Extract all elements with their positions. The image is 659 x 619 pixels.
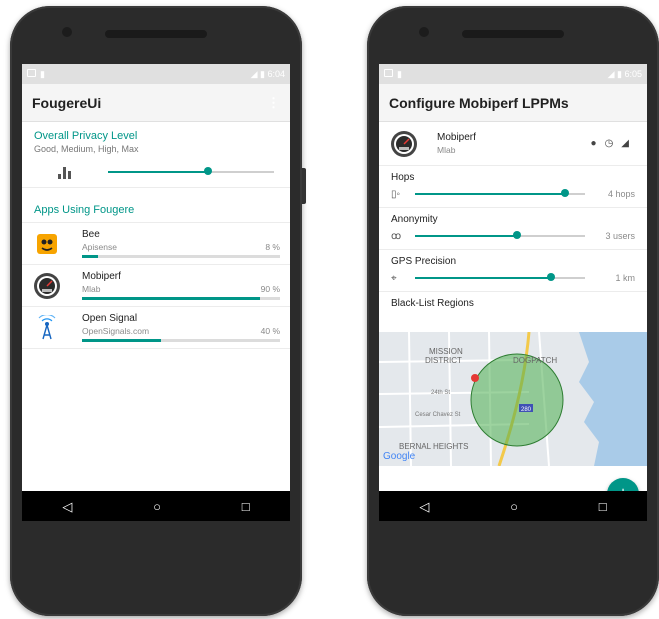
signal-icon: ◢ [621, 138, 629, 149]
app-row-open-signal[interactable]: Open Signal OpenSignals.com 40 % [22, 307, 290, 349]
status-time: 6:04 [267, 68, 285, 79]
selected-app-row: Mobiperf Mlab ● ◷ ◢ [379, 122, 647, 166]
notification-icon [27, 68, 36, 77]
map-label: BERNAL HEIGHTS [399, 442, 469, 451]
map-label: DISTRICT [425, 356, 462, 365]
nav-bar: ◁ ○ □ [22, 491, 290, 521]
home-icon[interactable]: ○ [153, 500, 161, 513]
status-bar: ▮ ◢ ▮ 6:05 [379, 64, 647, 84]
map-label: 24th St [431, 390, 450, 396]
front-camera [62, 27, 72, 37]
app-source: OpenSignals.com [82, 326, 150, 336]
map-label: 280 [521, 407, 532, 413]
app-name: Mobiperf [437, 132, 476, 143]
app-row-mobiperf[interactable]: Mobiperf Mlab 90 % [22, 265, 290, 307]
phone-icon: ▯◦ [391, 188, 401, 200]
app-name: Open Signal [82, 313, 138, 324]
app-title: Configure Mobiperf LPPMs [389, 94, 569, 111]
back-icon[interactable]: ◁ [419, 500, 429, 513]
google-logo: Google [383, 451, 416, 462]
blacklist-map[interactable]: MISSION DISTRICT DOGPATCH BERNAL HEIGHTS… [379, 332, 647, 466]
apps-header: Apps Using Fougere [34, 204, 135, 216]
app-name: Mobiperf [82, 271, 121, 282]
app-title: FougereUi [32, 94, 102, 111]
app-progress [82, 339, 280, 342]
gps-value: 1 km [615, 273, 635, 283]
hops-value: 4 hops [607, 189, 635, 199]
front-camera [419, 27, 429, 37]
app-percent: 40 % [260, 326, 280, 336]
blacklist-header: Black-List Regions [391, 298, 474, 309]
hops-slider[interactable] [415, 189, 585, 197]
earpiece-speaker [105, 30, 207, 38]
clock-icon: ◷ [604, 138, 614, 149]
signal-tower-icon [32, 313, 62, 343]
recents-icon[interactable]: □ [242, 500, 250, 513]
sd-icon: ▮ [397, 68, 402, 79]
app-source: Mlab [437, 145, 456, 155]
permission-icons: ● ◷ ◢ [591, 138, 629, 149]
lppm-anonymity: Anonymity ꝏ 3 users [379, 208, 647, 250]
app-source: Mlab [82, 284, 101, 294]
speedometer-icon [389, 129, 419, 159]
map-label: DOGPATCH [513, 356, 557, 365]
app-percent: 90 % [260, 284, 280, 294]
slider-knob[interactable] [203, 167, 212, 175]
privacy-slider[interactable] [108, 167, 274, 175]
lppm-hops: Hops ▯◦ 4 hops [379, 166, 647, 208]
left-phone: ▮ ◢ ▮ 6:04 FougereUi ⋮ Overall Privacy L… [10, 6, 306, 616]
gps-icon: ⌖ [391, 272, 397, 284]
app-bar: FougereUi ⋮ [22, 84, 290, 122]
right-screen: ▮ ◢ ▮ 6:05 Configure Mobiperf LPPMs Mobi… [379, 64, 647, 521]
nav-bar: ◁ ○ □ [379, 491, 647, 521]
left-screen: ▮ ◢ ▮ 6:04 FougereUi ⋮ Overall Privacy L… [22, 64, 290, 521]
right-phone: ▮ ◢ ▮ 6:05 Configure Mobiperf LPPMs Mobi… [367, 6, 659, 616]
status-time: 6:05 [624, 68, 642, 79]
privacy-title: Overall Privacy Level [34, 130, 138, 142]
notification-icon [384, 68, 393, 77]
back-icon[interactable]: ◁ [62, 500, 72, 513]
group-icon: ꝏ [391, 230, 402, 242]
signal-bars-icon [58, 165, 74, 179]
anonymity-slider[interactable] [415, 231, 585, 239]
bee-icon [32, 229, 62, 259]
app-progress [82, 297, 280, 300]
status-right: ◢ ▮ 6:05 [607, 68, 642, 79]
apps-list: Bee Apisense 8 % Mobiperf Mlab 90 % Open… [22, 222, 290, 349]
map-label: Cesar Chavez St [415, 412, 461, 418]
app-row-bee[interactable]: Bee Apisense 8 % [22, 223, 290, 265]
overflow-menu-icon[interactable]: ⋮ [267, 95, 280, 111]
speedometer-icon [32, 271, 62, 301]
home-icon[interactable]: ○ [510, 500, 518, 513]
app-name: Bee [82, 229, 100, 240]
app-progress [82, 255, 280, 258]
lppm-gps: GPS Precision ⌖ 1 km [379, 250, 647, 292]
earpiece-speaker [462, 30, 564, 38]
app-percent: 8 % [265, 242, 280, 252]
status-bar: ▮ ◢ ▮ 6:04 [22, 64, 290, 84]
sd-icon: ▮ [40, 68, 45, 79]
power-button [302, 168, 306, 204]
app-bar: Configure Mobiperf LPPMs [379, 84, 647, 122]
privacy-subtitle: Good, Medium, High, Max [34, 144, 139, 154]
gps-slider[interactable] [415, 273, 585, 281]
anonymity-value: 3 users [605, 231, 635, 241]
recents-icon[interactable]: □ [599, 500, 607, 513]
app-source: Apisense [82, 242, 117, 252]
status-right: ◢ ▮ 6:04 [250, 68, 285, 79]
privacy-section: Overall Privacy Level Good, Medium, High… [22, 122, 290, 188]
map-label: MISSION [429, 347, 463, 356]
location-icon: ● [590, 138, 597, 149]
